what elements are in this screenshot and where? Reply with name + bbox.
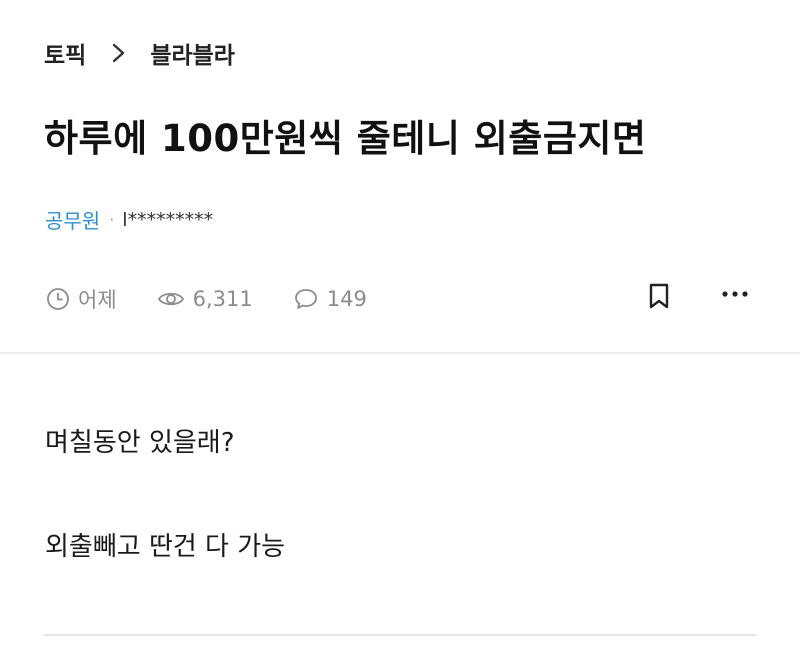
eye-icon <box>157 292 184 306</box>
post-views-count: 6,311 <box>192 287 253 311</box>
breadcrumb-board-link[interactable]: 블라블라 <box>150 36 235 70</box>
post-time: 어제 <box>46 284 117 314</box>
post-comments-count: 149 <box>326 287 367 311</box>
post-title: 하루에 100만원씩 줄테니 외출금지면 <box>44 117 647 160</box>
post-body-line: 외출빼고 딴건 다 가능 <box>45 532 286 562</box>
post-views: 6,311 <box>157 287 253 311</box>
author-name: l********* <box>122 208 214 231</box>
post-time-label: 어제 <box>78 288 117 312</box>
clock-icon <box>47 288 69 310</box>
chevron-right-icon <box>113 43 125 63</box>
author-info: 공무원 · l********* <box>45 205 213 234</box>
content-divider <box>44 634 756 636</box>
breadcrumb: 토픽 블라블라 <box>44 36 235 70</box>
bookmark-icon[interactable] <box>646 282 672 310</box>
post-comments: 149 <box>293 287 367 311</box>
comment-icon <box>294 289 317 309</box>
post-body-line: 며칠동안 있을래? <box>45 428 235 458</box>
more-horizontal-icon[interactable] <box>720 284 750 304</box>
section-divider <box>0 352 800 354</box>
post-meta: 어제 6,311 149 <box>46 284 407 314</box>
author-company[interactable]: 공무원 <box>45 205 100 234</box>
author-separator: · <box>109 210 115 229</box>
breadcrumb-topic-link[interactable]: 토픽 <box>44 36 86 70</box>
